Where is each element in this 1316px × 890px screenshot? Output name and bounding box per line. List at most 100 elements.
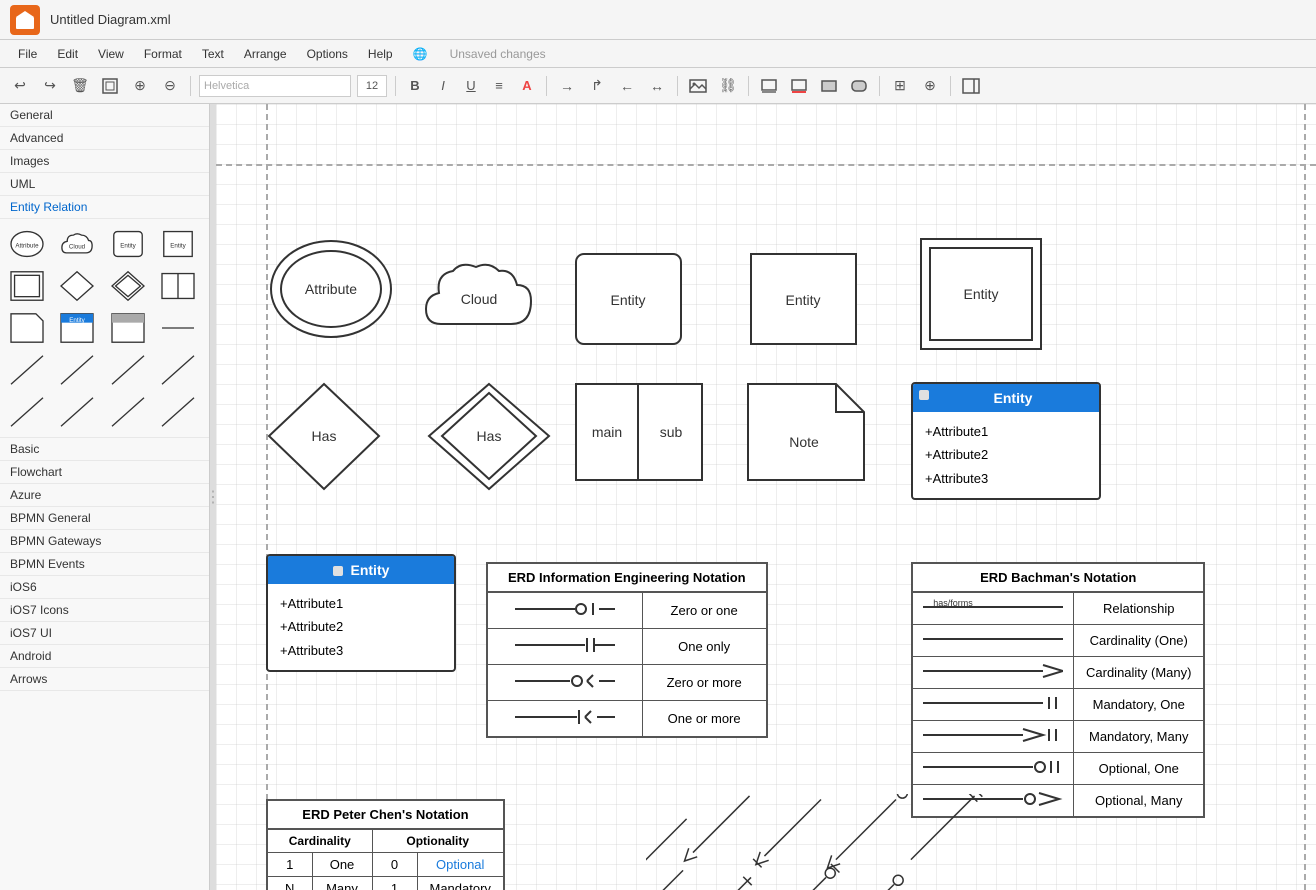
split-entity[interactable]: mainsub [574, 382, 704, 482]
sidebar-item-bpmn-general[interactable]: BPMN General [0, 507, 209, 530]
erd-bachman-title: ERD Bachman's Notation [912, 563, 1204, 592]
entity-square[interactable]: Entity [746, 249, 861, 349]
grid-button[interactable]: ⊞ [888, 74, 912, 98]
er-line8[interactable] [157, 393, 199, 431]
entity-attr-box-left[interactable]: Entity +Attribute1 +Attribute2 +Attribut… [266, 554, 456, 719]
diamond-has-single[interactable]: Has [264, 379, 384, 494]
sidebar-item-uml[interactable]: UML [0, 173, 209, 196]
er-relationship-shape[interactable] [56, 267, 98, 305]
entity-rounded[interactable]: Entity [571, 249, 686, 349]
er-line4[interactable] [157, 351, 199, 389]
link-button[interactable]: ⛓ [716, 74, 740, 98]
svg-text:sub: sub [660, 424, 683, 440]
entity-attr-box-right[interactable]: Entity +Attribute1 +Attribute2 +Attribut… [911, 382, 1101, 557]
menu-format[interactable]: Format [136, 45, 190, 63]
sidebar-item-basic[interactable]: Basic [0, 438, 209, 461]
bold-button[interactable]: B [404, 75, 426, 97]
delete-button[interactable]: 🗑 [68, 74, 92, 98]
cloud-shape[interactable]: Cloud [421, 249, 541, 344]
er-line1[interactable] [6, 351, 48, 389]
italic-button[interactable]: I [432, 75, 454, 97]
unsaved-changes-label: Unsaved changes [450, 47, 546, 61]
image-button[interactable] [686, 74, 710, 98]
arrow-right-button[interactable]: → [555, 74, 579, 98]
arrow-both-button[interactable]: ↔ [645, 74, 669, 98]
er-line3[interactable] [107, 351, 149, 389]
sidebar-item-ios7-icons[interactable]: iOS7 Icons [0, 599, 209, 622]
shape-rounded-button[interactable] [847, 74, 871, 98]
er-note-shape[interactable] [6, 309, 48, 347]
menu-help[interactable]: Help [360, 45, 401, 63]
bachman-row-card-one: Cardinality (One) [912, 625, 1204, 657]
panel-button[interactable] [959, 74, 983, 98]
er-line-shape[interactable] [157, 309, 199, 347]
menu-globe[interactable]: 🌐 [405, 45, 436, 63]
canvas[interactable]: Attribute Cloud Entity Entity Entity Has [216, 104, 1316, 890]
menu-text[interactable]: Text [194, 45, 232, 63]
attr4-left: +Attribute1 [280, 592, 442, 615]
er-attribute-shape[interactable]: Attribute [6, 225, 48, 263]
bachman-row-card-many: Cardinality (Many) [912, 657, 1204, 689]
sidebar-item-ios6[interactable]: iOS6 [0, 576, 209, 599]
undo-button[interactable]: ↩ [8, 74, 32, 98]
svg-text:Attribute: Attribute [305, 281, 357, 297]
er-entity-shape[interactable]: Entity [157, 225, 199, 263]
er-entity-rounded-shape[interactable]: Entity [107, 225, 149, 263]
add-button[interactable]: ⊕ [918, 74, 942, 98]
font-size-input[interactable] [357, 75, 387, 97]
sidebar-item-entity-relation[interactable]: Entity Relation [0, 196, 209, 219]
zoom-out-button[interactable]: ⊖ [158, 74, 182, 98]
separator-5 [748, 76, 749, 96]
er-entity-attr-shape[interactable]: Entity [56, 309, 98, 347]
er-line2[interactable] [56, 351, 98, 389]
erd-bachman-table: ERD Bachman's Notation has/forms Relatio… [911, 562, 1205, 818]
sidebar-item-general[interactable]: General [0, 104, 209, 127]
arrow-left-button[interactable]: ← [615, 74, 639, 98]
svg-text:Has: Has [477, 428, 502, 444]
shape-rect-button[interactable] [817, 74, 841, 98]
er-line6[interactable] [56, 393, 98, 431]
sidebar-item-ios7-ui[interactable]: iOS7 UI [0, 622, 209, 645]
bachman-label-optional-one: Optional, One [1074, 753, 1205, 785]
sidebar-item-azure[interactable]: Azure [0, 484, 209, 507]
redo-button[interactable]: ↪ [38, 74, 62, 98]
align-button[interactable]: ≡ [488, 75, 510, 97]
note-shape[interactable]: Note [746, 382, 866, 482]
font-selector[interactable] [199, 75, 351, 97]
sidebar-item-advanced[interactable]: Advanced [0, 127, 209, 150]
sidebar-item-bpmn-gateways[interactable]: BPMN Gateways [0, 530, 209, 553]
line-color-button[interactable] [787, 74, 811, 98]
entity-double-border[interactable]: Entity [916, 234, 1046, 354]
menu-file[interactable]: File [10, 45, 45, 63]
fill-color-button[interactable] [757, 74, 781, 98]
menu-edit[interactable]: Edit [49, 45, 86, 63]
menu-options[interactable]: Options [299, 45, 356, 63]
er-weak-relationship-shape[interactable] [107, 267, 149, 305]
title-bar: Untitled Diagram.xml [0, 0, 1316, 40]
er-entity-attr2-shape[interactable] [107, 309, 149, 347]
sidebar-item-bpmn-events[interactable]: BPMN Events [0, 553, 209, 576]
separator-1 [190, 76, 191, 96]
underline-button[interactable]: U [460, 75, 482, 97]
zoom-in-button[interactable]: ⊕ [128, 74, 152, 98]
er-line5[interactable] [6, 393, 48, 431]
arrow-corner-button[interactable]: ↱ [585, 74, 609, 98]
menu-arrange[interactable]: Arrange [236, 45, 295, 63]
er-split-entity-shape[interactable] [157, 267, 199, 305]
er-entity-double-shape[interactable] [6, 267, 48, 305]
er-shapes-grid: Attribute Cloud Entity Entity [0, 219, 209, 438]
er-line7[interactable] [107, 393, 149, 431]
attribute-ellipse[interactable]: Attribute [266, 234, 396, 344]
menu-view[interactable]: View [90, 45, 132, 63]
fit-page-button[interactable] [98, 74, 122, 98]
diamond-has-double[interactable]: Has [424, 379, 554, 494]
sidebar-item-images[interactable]: Images [0, 150, 209, 173]
bachman-row-mandatory-one: Mandatory, One [912, 689, 1204, 721]
svg-text:Has: Has [312, 428, 337, 444]
font-color-button[interactable]: A [516, 75, 538, 97]
sidebar-item-flowchart[interactable]: Flowchart [0, 461, 209, 484]
sidebar-item-android[interactable]: Android [0, 645, 209, 668]
svg-text:Entity: Entity [170, 243, 186, 250]
sidebar-item-arrows[interactable]: Arrows [0, 668, 209, 691]
er-cloud-shape[interactable]: Cloud [56, 225, 98, 263]
